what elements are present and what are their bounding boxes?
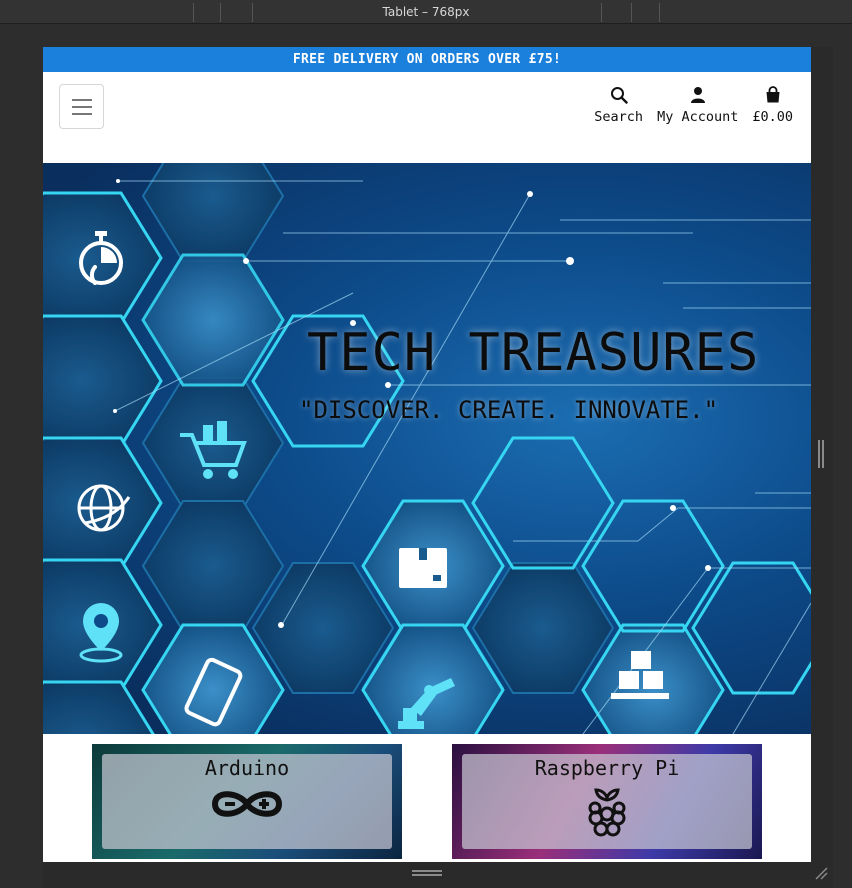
my-account-link-label: My Account [657, 109, 739, 125]
search-link[interactable]: Search [594, 86, 643, 125]
category-card-panel: Raspberry Pi [462, 754, 752, 849]
my-account-link[interactable]: My Account [657, 86, 738, 125]
hero-tagline: "DISCOVER. CREATE. INNOVATE." [299, 396, 719, 424]
device-title[interactable]: Tablet – 768px [0, 5, 852, 19]
header-nav: Search My Account £0.00 [594, 86, 793, 125]
width-resize-handle[interactable] [818, 440, 824, 468]
hex-network-graphic [43, 163, 811, 734]
cart-link[interactable]: £0.00 [752, 86, 793, 125]
hero-title: TECH TREASURES [307, 323, 760, 383]
site-header: Search My Account £0.00 [43, 72, 811, 163]
search-link-label: Search [594, 109, 644, 125]
category-card-label: Arduino [204, 756, 290, 780]
category-cards: Arduino Raspberry Pi [43, 734, 811, 862]
shopping-bag-icon [766, 86, 780, 103]
menu-toggle-button[interactable] [59, 84, 104, 129]
category-card-panel: Arduino [102, 754, 392, 849]
page-viewport: FREE DELIVERY ON ORDERS OVER £75! Search… [43, 47, 811, 862]
user-icon [690, 87, 705, 103]
category-card-arduino[interactable]: Arduino [92, 744, 402, 859]
hamburger-icon [72, 106, 92, 108]
hamburger-icon [72, 99, 92, 101]
corner-resize-icon[interactable] [814, 866, 828, 880]
devtools-toolbar: Tablet – 768px [0, 0, 852, 24]
search-icon [610, 87, 628, 104]
cart-total: £0.00 [752, 109, 793, 125]
category-card-raspberry-pi[interactable]: Raspberry Pi [452, 744, 762, 859]
hamburger-icon [72, 113, 92, 115]
hero-banner: TECH TREASURES "DISCOVER. CREATE. INNOVA… [43, 163, 811, 734]
arduino-logo-icon [211, 791, 283, 817]
category-card-label: Raspberry Pi [534, 756, 680, 780]
raspberry-pi-logo-icon [588, 788, 626, 837]
height-resize-handle[interactable] [412, 870, 442, 876]
promo-banner: FREE DELIVERY ON ORDERS OVER £75! [43, 47, 811, 72]
